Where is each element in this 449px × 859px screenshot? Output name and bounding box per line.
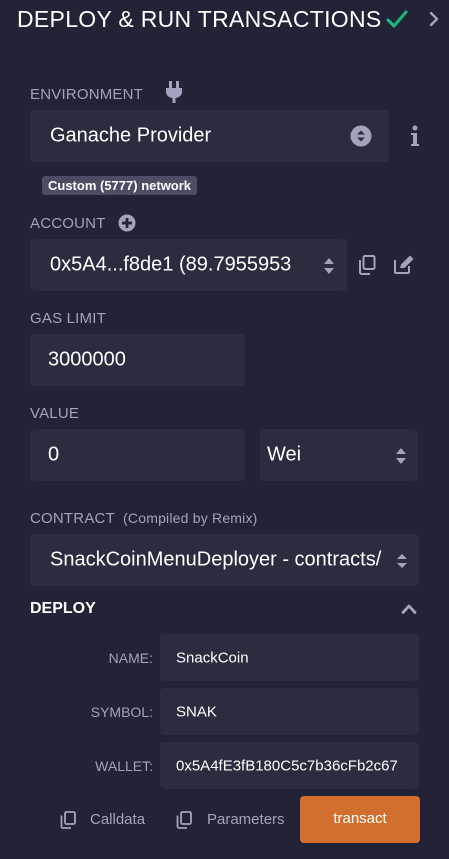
- value-label: VALUE: [30, 405, 80, 422]
- gas-limit-label: GAS LIMIT: [30, 310, 106, 327]
- check-icon: [386, 10, 408, 28]
- chevron-right-icon[interactable]: [428, 11, 440, 27]
- param-name-label: NAME:: [108, 650, 153, 666]
- edit-icon[interactable]: [393, 255, 415, 275]
- plus-circle-icon[interactable]: [118, 214, 136, 232]
- param-name-input[interactable]: SnackCoin: [160, 634, 419, 681]
- param-wallet-input[interactable]: 0x5A4fE3fB180C5c7b36cFb2c67: [160, 742, 419, 789]
- calldata-label: Calldata: [90, 811, 146, 828]
- gas-limit-input[interactable]: 3000000: [30, 334, 245, 386]
- param-wallet-label: WALLET:: [95, 758, 153, 774]
- account-label: ACCOUNT: [30, 215, 106, 232]
- gas-limit-value: 3000000: [48, 348, 126, 371]
- plug-icon: [166, 81, 182, 103]
- sort-icon: [397, 554, 407, 568]
- contract-sublabel: (Compiled by Remix): [123, 510, 258, 526]
- param-name-value: SnackCoin: [176, 649, 249, 666]
- deploy-heading: DEPLOY: [30, 600, 96, 617]
- contract-value: SnackCoinMenuDeployer - contracts/: [50, 548, 382, 571]
- contract-label-text: CONTRACT: [30, 510, 115, 527]
- environment-select[interactable]: Ganache Provider: [30, 110, 389, 162]
- copy-icon[interactable]: [358, 255, 376, 275]
- panel-title: DEPLOY & RUN TRANSACTIONS: [17, 6, 382, 32]
- copy-icon: [60, 811, 76, 829]
- copy-icon: [176, 811, 192, 829]
- network-badge: Custom (5777) network: [42, 176, 198, 195]
- account-select[interactable]: 0x5A4...f8de1 (89.7955953: [30, 239, 347, 291]
- param-symbol-label: SYMBOL:: [90, 704, 153, 720]
- contract-label: CONTRACT (Compiled by Remix): [30, 510, 258, 527]
- environment-label: ENVIRONMENT: [30, 86, 144, 103]
- select-arrows-icon: [350, 125, 372, 147]
- chevron-up-icon[interactable]: [401, 603, 417, 615]
- param-wallet-value: 0x5A4fE3fB180C5c7b36cFb2c67: [176, 757, 398, 774]
- value-amount: 0: [48, 443, 60, 466]
- account-value: 0x5A4...f8de1 (89.7955953: [50, 253, 292, 276]
- param-symbol-value: SNAK: [176, 703, 217, 720]
- value-unit: Wei: [267, 443, 302, 466]
- info-icon[interactable]: [408, 124, 422, 148]
- value-input[interactable]: 0: [30, 429, 245, 481]
- transact-button[interactable]: transact: [300, 796, 420, 843]
- value-unit-select[interactable]: Wei: [260, 429, 418, 481]
- param-symbol-input[interactable]: SNAK: [160, 688, 419, 735]
- parameters-label: Parameters: [207, 811, 285, 828]
- sort-icon: [396, 448, 406, 464]
- environment-value: Ganache Provider: [50, 124, 212, 147]
- contract-select[interactable]: SnackCoinMenuDeployer - contracts/: [30, 534, 419, 586]
- sort-icon: [324, 258, 334, 274]
